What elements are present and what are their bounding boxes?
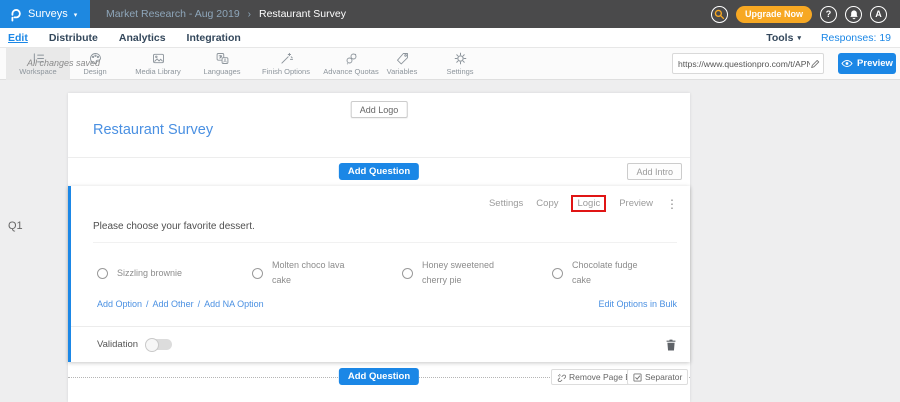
pencil-icon (810, 59, 820, 69)
toolbar-item-languages[interactable]: A Languages (190, 50, 254, 76)
option-label: Chocolate fudge cake (572, 258, 654, 288)
tab-analytics[interactable]: Analytics (119, 32, 166, 44)
broken-link-icon (557, 373, 566, 382)
edit-url-button[interactable] (810, 59, 820, 69)
breadcrumb-current: Restaurant Survey (259, 8, 346, 20)
surveys-menu-label: Surveys (28, 8, 68, 20)
radio-button[interactable] (97, 268, 108, 279)
answer-option-2: Molten choco lava cake (252, 250, 354, 296)
add-intro-button[interactable]: Add Intro (627, 163, 682, 180)
media-library-icon (126, 50, 190, 66)
answer-option-3: Honey sweetened cherry pie (402, 250, 504, 296)
tab-edit[interactable]: Edit (8, 32, 28, 44)
intro-row: Add Question Add Intro (68, 157, 690, 186)
validation-row: Validation (71, 326, 690, 362)
add-option-link[interactable]: Add Option (97, 299, 142, 309)
preview-label: Preview (857, 58, 893, 69)
add-question-label: Add Question (348, 371, 410, 382)
settings-icon (428, 50, 492, 66)
answer-option-1: Sizzling brownie (97, 250, 199, 296)
survey-title[interactable]: Restaurant Survey (93, 122, 213, 138)
upgrade-now-button[interactable]: Upgrade Now (736, 6, 812, 23)
link-separator: / (198, 299, 201, 309)
option-links: Add Option / Add Other / Add NA Option (97, 299, 264, 309)
add-logo-button[interactable]: Add Logo (351, 101, 408, 118)
search-icon (714, 9, 725, 20)
nav-right: Tools ▾ Responses: 19 (766, 32, 900, 44)
finish-options-icon (254, 50, 318, 66)
toolbar-item-media-library[interactable]: Media Library (126, 50, 190, 76)
kebab-menu-icon[interactable]: ⋮ (666, 197, 678, 211)
delete-question-button[interactable] (665, 338, 677, 352)
notifications-button[interactable] (845, 6, 862, 23)
question-logic-action[interactable]: Logic (571, 195, 606, 212)
add-question-button-top[interactable]: Add Question (339, 163, 419, 180)
add-na-option-link[interactable]: Add NA Option (204, 299, 264, 309)
tools-label: Tools (766, 32, 793, 44)
tools-menu[interactable]: Tools ▾ (766, 32, 801, 44)
questionpro-survey-editor: Surveys ▾ Market Research - Aug 2019 › R… (0, 0, 900, 402)
question-settings-action[interactable]: Settings (489, 198, 523, 209)
chevron-down-icon: ▾ (74, 11, 78, 19)
option-label: Honey sweetened cherry pie (422, 258, 504, 288)
question-copy-action[interactable]: Copy (536, 198, 558, 209)
upgrade-now-label: Upgrade Now (745, 9, 803, 19)
radio-button[interactable] (402, 268, 413, 279)
question-actions: Settings Copy Logic Preview ⋮ (489, 195, 678, 212)
questionpro-logo-icon (9, 6, 22, 23)
add-intro-label: Add Intro (636, 167, 673, 177)
chevron-down-icon: ▾ (797, 34, 801, 42)
toolbar-item-settings[interactable]: Settings (428, 50, 492, 76)
help-button[interactable]: ? (820, 6, 837, 23)
breadcrumb-separator-icon: › (248, 9, 251, 20)
trash-icon (665, 338, 677, 352)
add-logo-label: Add Logo (360, 105, 399, 115)
preview-button[interactable]: Preview (838, 53, 896, 74)
validation-toggle[interactable] (146, 339, 172, 350)
radio-button[interactable] (252, 268, 263, 279)
tab-distribute[interactable]: Distribute (49, 32, 98, 44)
editor-toolbar: Workspace Design Media Library (0, 48, 900, 80)
bell-icon (849, 9, 859, 20)
checkbox-checked-icon (633, 373, 642, 382)
question-preview-action[interactable]: Preview (619, 198, 653, 209)
survey-url-field (672, 53, 824, 74)
separator-label: Separator (645, 372, 682, 382)
autosave-status: All changes saved (0, 58, 100, 68)
edit-options-in-bulk-link[interactable]: Edit Options in Bulk (598, 299, 677, 309)
avatar-initial: A (875, 9, 882, 19)
account-avatar[interactable]: A (870, 6, 887, 23)
add-question-label: Add Question (348, 166, 410, 177)
eye-icon (841, 59, 853, 68)
question-block: Settings Copy Logic Preview ⋮ Please cho… (68, 186, 690, 362)
answer-option-4: Chocolate fudge cake (552, 250, 654, 296)
question-index-label: Q1 (8, 220, 23, 232)
section-nav: Edit Distribute Analytics Integration To… (0, 28, 900, 48)
toolbar-item-finish-options[interactable]: Finish Options (254, 50, 318, 76)
topbar: Surveys ▾ Market Research - Aug 2019 › R… (0, 0, 900, 28)
topbar-actions: Upgrade Now ? A (711, 6, 900, 23)
link-separator: / (146, 299, 149, 309)
add-question-button-bottom[interactable]: Add Question (339, 368, 419, 385)
add-other-link[interactable]: Add Other (153, 299, 194, 309)
tab-integration[interactable]: Integration (187, 32, 241, 44)
responses-count[interactable]: Responses: 19 (821, 32, 891, 44)
option-label: Sizzling brownie (117, 266, 199, 281)
help-icon: ? (826, 9, 832, 19)
radio-button[interactable] (552, 268, 563, 279)
toolbar-item-variables[interactable]: Variables (370, 50, 434, 76)
option-label: Molten choco lava cake (272, 258, 354, 288)
separator-toggle-button[interactable]: Separator (627, 369, 688, 385)
survey-url-input[interactable] (678, 59, 810, 69)
search-button[interactable] (711, 6, 728, 23)
languages-icon: A (190, 50, 254, 66)
nav-tabs: Edit Distribute Analytics Integration (0, 32, 241, 44)
surveys-menu[interactable]: Surveys ▾ (0, 0, 90, 28)
validation-label: Validation (97, 339, 138, 350)
variables-icon (370, 50, 434, 66)
breadcrumb-parent[interactable]: Market Research - Aug 2019 (106, 8, 240, 20)
breadcrumb: Market Research - Aug 2019 › Restaurant … (106, 8, 346, 20)
toggle-knob (145, 338, 159, 352)
question-text[interactable]: Please choose your favorite dessert. (93, 221, 677, 243)
